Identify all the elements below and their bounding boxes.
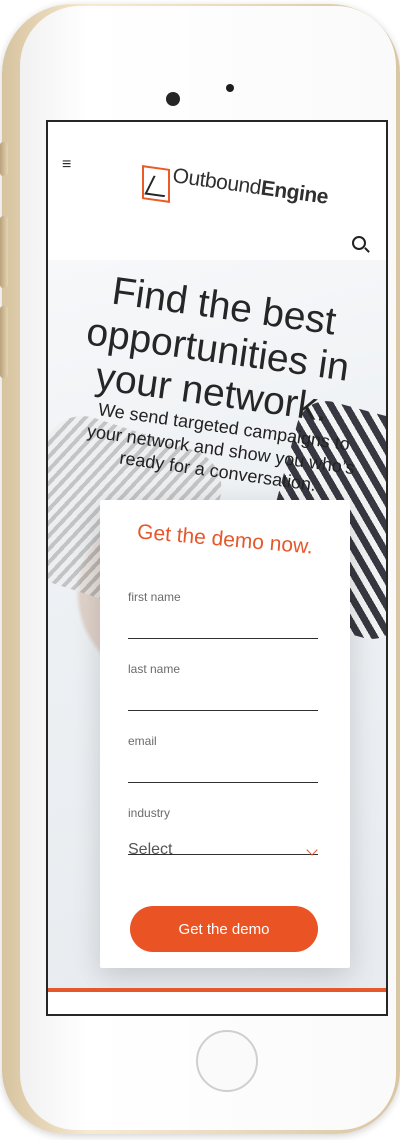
- side-button-middle: [0, 216, 8, 288]
- brand-bold-text: Engine: [259, 176, 330, 209]
- brand-light-text: Outbound: [171, 164, 263, 200]
- demo-form-card: Get the demo now. first name last name e…: [100, 500, 350, 968]
- last-name-label: last name: [128, 662, 181, 676]
- first-name-label: first name: [128, 590, 181, 604]
- top-navigation: ≡ OutboundEngine: [48, 122, 386, 261]
- menu-icon[interactable]: ≡: [62, 156, 71, 174]
- email-field[interactable]: email: [128, 734, 318, 783]
- get-demo-button[interactable]: Get the demo: [130, 906, 318, 952]
- hero-section: Find the best opportunities in your netw…: [48, 260, 386, 1014]
- home-button-icon[interactable]: [196, 1030, 258, 1092]
- footer-bar: [48, 988, 386, 1014]
- side-button-bottom: [0, 306, 8, 378]
- email-label: email: [128, 734, 157, 748]
- phone-screen: ≡ OutboundEngine Find the best opportuni…: [46, 120, 388, 1016]
- industry-select[interactable]: Select: [128, 826, 318, 858]
- side-button-top: [0, 142, 8, 176]
- camera-icon: [166, 92, 180, 106]
- last-name-input[interactable]: [128, 682, 318, 711]
- chevron-down-icon[interactable]: [306, 844, 318, 856]
- form-title: Get the demo now.: [136, 520, 314, 559]
- speaker-icon: [226, 84, 234, 92]
- brand-logo[interactable]: OutboundEngine: [171, 164, 329, 210]
- logo-mark-icon: [142, 165, 170, 203]
- industry-select-value: Select: [128, 841, 173, 858]
- first-name-input[interactable]: [128, 610, 318, 639]
- last-name-field[interactable]: last name: [128, 662, 318, 711]
- email-input[interactable]: [128, 754, 318, 783]
- first-name-field[interactable]: first name: [128, 590, 318, 639]
- industry-label: industry: [128, 806, 171, 820]
- search-icon[interactable]: [352, 236, 366, 250]
- industry-field[interactable]: industry Select: [128, 806, 318, 858]
